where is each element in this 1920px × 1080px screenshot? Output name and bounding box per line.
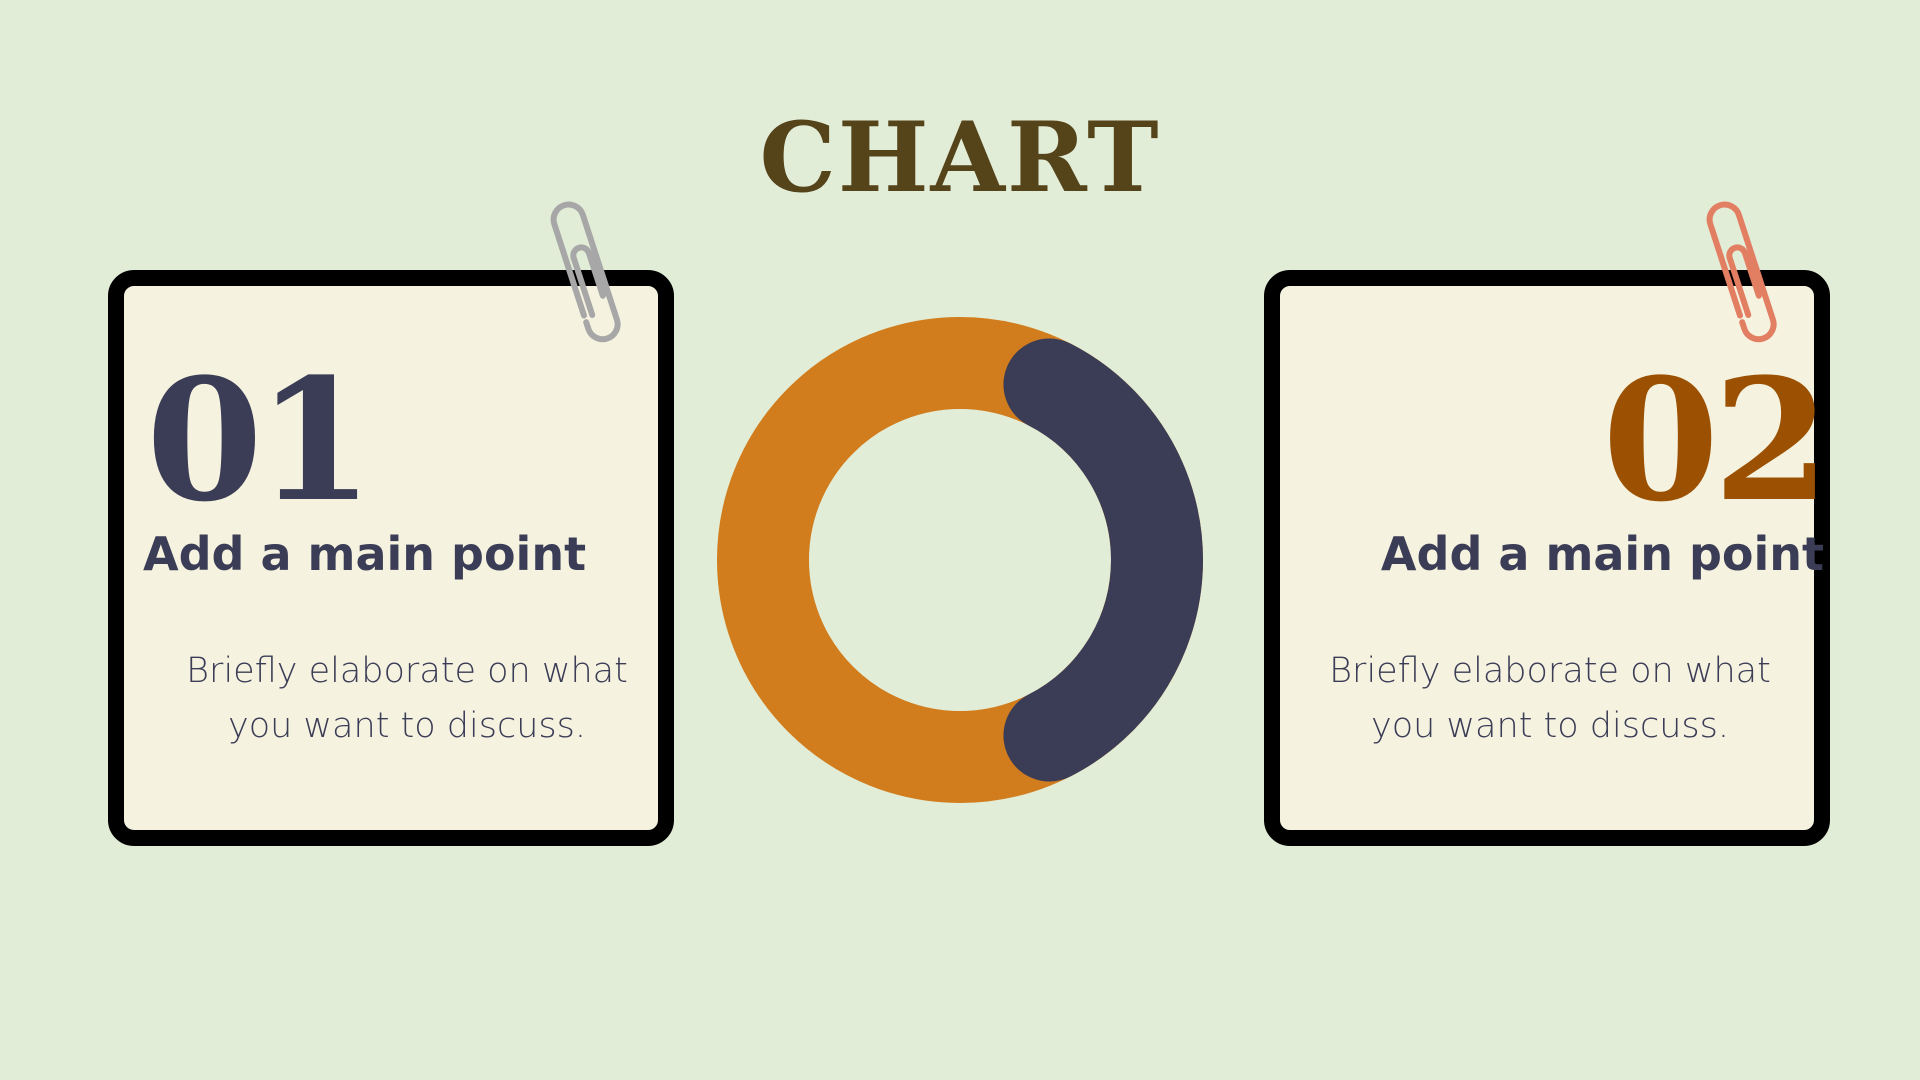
slide-title: CHART: [759, 101, 1161, 214]
card-01: 01 Add a main point Briefly elaborate on…: [108, 270, 674, 846]
paperclip-icon: [1706, 201, 1777, 343]
donut-chart: [717, 317, 1203, 803]
card-number: 02: [1602, 341, 1830, 539]
paperclip-icon: [550, 201, 621, 343]
card-02: 02 Add a main point Briefly elaborate on…: [1264, 270, 1830, 846]
card-heading: Add a main point: [1380, 527, 1824, 581]
donut-slice-small: [1003, 338, 1203, 782]
card-number: 01: [146, 341, 374, 539]
card-description: Briefly elaborate on what you want to di…: [1329, 651, 1771, 746]
card-description: Briefly elaborate on what you want to di…: [186, 651, 628, 746]
card-heading: Add a main point: [143, 527, 587, 581]
